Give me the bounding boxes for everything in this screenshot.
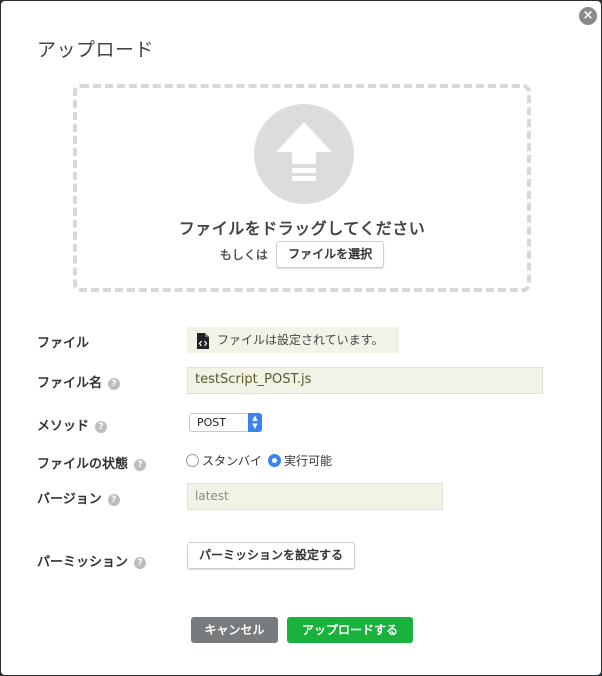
upload-button[interactable]: アップロードする bbox=[287, 617, 413, 643]
filename-label-text: ファイル名 bbox=[37, 376, 103, 391]
radio-standby[interactable] bbox=[186, 454, 199, 467]
radio-executable-label[interactable]: 実行可能 bbox=[284, 454, 332, 468]
file-status-text: ファイルは設定されています。 bbox=[217, 333, 384, 347]
filename-input[interactable]: testScript_POST.js bbox=[187, 367, 543, 394]
help-icon[interactable]: ? bbox=[95, 420, 108, 433]
drag-instruction: ファイルをドラッグしてください bbox=[178, 219, 426, 238]
file-label: ファイル bbox=[37, 332, 89, 351]
file-dropzone[interactable]: ファイルをドラッグしてください もしくは ファイルを選択 bbox=[73, 84, 531, 292]
dialog-title: アップロード bbox=[37, 39, 155, 61]
help-icon[interactable]: ? bbox=[107, 493, 120, 506]
radio-standby-label[interactable]: スタンバイ bbox=[202, 454, 262, 468]
version-label: バージョン? bbox=[37, 488, 120, 507]
help-icon[interactable]: ? bbox=[134, 458, 147, 471]
help-icon[interactable]: ? bbox=[108, 377, 121, 390]
method-label-text: メソッド bbox=[37, 419, 90, 434]
code-file-icon bbox=[197, 332, 209, 349]
set-permission-button[interactable]: パーミッションを設定する bbox=[187, 542, 356, 569]
method-label: メソッド? bbox=[37, 415, 108, 434]
select-file-button[interactable]: ファイルを選択 bbox=[276, 241, 385, 268]
version-label-text: バージョン bbox=[37, 492, 102, 507]
permission-label: パーミッション? bbox=[37, 551, 147, 570]
filename-label: ファイル名? bbox=[37, 372, 121, 391]
file-label-text: ファイル bbox=[37, 336, 90, 351]
or-label: もしくは bbox=[219, 248, 268, 262]
close-icon[interactable]: × bbox=[579, 7, 597, 25]
state-label-text: ファイルの状態 bbox=[37, 457, 129, 472]
method-select-value: POST bbox=[197, 416, 226, 429]
upload-arrow-icon bbox=[254, 104, 354, 204]
upload-dialog: × アップロード ファイルをドラッグしてください もしくは ファイルを選択 ファ… bbox=[1, 1, 601, 675]
permission-label-text: パーミッション bbox=[37, 555, 129, 570]
version-input[interactable]: latest bbox=[187, 483, 443, 510]
state-radio-group: スタンバイ 実行可能 bbox=[186, 452, 338, 469]
radio-executable[interactable] bbox=[268, 454, 282, 467]
file-status: ファイルは設定されています。 bbox=[187, 327, 399, 353]
select-arrows-icon: ▲ ▼ bbox=[248, 413, 262, 432]
help-icon[interactable]: ? bbox=[134, 556, 147, 569]
state-label: ファイルの状態? bbox=[37, 453, 147, 472]
or-row: もしくは ファイルを選択 bbox=[77, 241, 527, 268]
method-select[interactable]: POST ▲ ▼ bbox=[189, 413, 262, 432]
cancel-button[interactable]: キャンセル bbox=[191, 617, 278, 643]
